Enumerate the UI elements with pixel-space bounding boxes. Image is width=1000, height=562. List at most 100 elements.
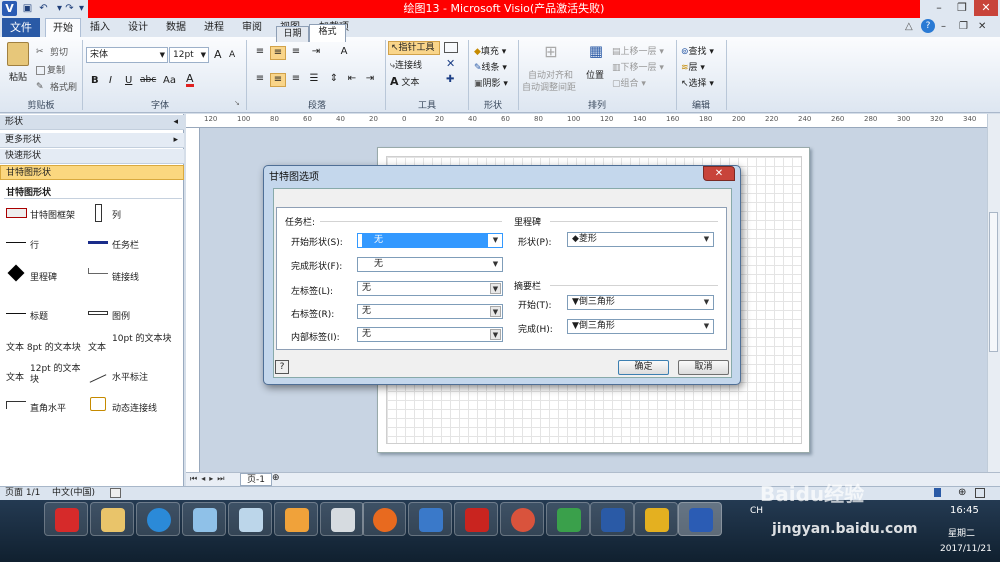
shape-column[interactable]: 列: [112, 208, 121, 221]
page-count[interactable]: 页面 1/1: [5, 487, 40, 500]
font-size-combo[interactable]: 12pt ▼: [169, 47, 209, 63]
tab-review[interactable]: 审阅: [236, 18, 268, 37]
tab-format[interactable]: 格式: [309, 24, 346, 42]
find-button[interactable]: ⊚查找 ▾: [681, 44, 714, 57]
fill-button[interactable]: ◆填充 ▾: [474, 44, 506, 57]
zoom-in-icon[interactable]: ⊕: [958, 487, 966, 499]
decrease-indent-icon[interactable]: ⇤: [344, 73, 360, 87]
grow-font-button[interactable]: A: [214, 48, 222, 61]
shape-text-12pt[interactable]: 12pt 的文本块: [30, 364, 86, 386]
minimize-icon[interactable]: –: [928, 0, 950, 16]
tab-date[interactable]: 日期: [276, 26, 309, 42]
italic-button[interactable]: I: [109, 75, 112, 86]
close-icon[interactable]: ✕: [446, 57, 455, 70]
indent-icon[interactable]: ⇥: [308, 46, 324, 60]
taskbar-filezilla[interactable]: [454, 502, 498, 536]
text-direction-icon[interactable]: A: [336, 46, 352, 60]
taskbar-app-1[interactable]: [44, 502, 88, 536]
font-name-combo[interactable]: 宋体 ▼: [86, 47, 168, 63]
shrink-font-button[interactable]: A: [229, 50, 235, 60]
tab-design[interactable]: 设计: [122, 18, 154, 37]
ok-button[interactable]: 确定: [618, 360, 669, 375]
customize-icon[interactable]: ▾: [74, 1, 89, 16]
input-lang[interactable]: CH: [750, 506, 763, 516]
taskbar-app-chart[interactable]: [634, 502, 678, 536]
left-label-select[interactable]: 无 ▼: [357, 281, 503, 296]
insert-page-icon[interactable]: ⊕: [272, 473, 280, 483]
fit-page-icon[interactable]: [975, 488, 985, 498]
group-button[interactable]: ▢组合 ▾: [612, 76, 646, 89]
clock-time[interactable]: 16:45: [950, 505, 979, 516]
undo-icon[interactable]: ↶: [36, 1, 51, 16]
help-icon[interactable]: ?: [921, 19, 935, 33]
position-icon[interactable]: ▦: [586, 42, 606, 62]
underline-button[interactable]: U: [125, 75, 132, 86]
shape-gantt-frame[interactable]: 甘特图框架: [30, 208, 75, 221]
taskbar-explorer[interactable]: [90, 502, 134, 536]
line-button[interactable]: ✎线条 ▾: [474, 60, 507, 73]
bold-button[interactable]: B: [91, 75, 99, 86]
shape-text-8pt[interactable]: 文本 8pt 的文本块: [6, 340, 81, 353]
text-tool-button[interactable]: A 文本: [390, 75, 419, 88]
send-backward-button[interactable]: ▥下移一层 ▾: [612, 60, 664, 73]
page-nav-icons[interactable]: ⏮◂▸⏭: [190, 474, 228, 484]
strikethrough-button[interactable]: abc: [140, 75, 156, 85]
taskbar-app-snail[interactable]: [500, 502, 544, 536]
shape-row[interactable]: 行: [30, 238, 39, 251]
save-icon[interactable]: ▣: [20, 1, 35, 16]
taskbar-word[interactable]: [590, 502, 634, 536]
select-button[interactable]: ↖选择 ▾: [681, 76, 714, 89]
doc-close-icon[interactable]: ✕: [978, 21, 986, 32]
more-shapes-item[interactable]: 更多形状 ▸: [0, 133, 184, 148]
taskbar-search[interactable]: [274, 502, 318, 536]
align-middle-icon[interactable]: ≡: [270, 46, 286, 60]
taskbar-ie[interactable]: [136, 502, 180, 536]
scroll-thumb[interactable]: [989, 212, 998, 352]
close-icon[interactable]: ✕: [974, 0, 998, 16]
finish-shape-select[interactable]: 无 ▼: [357, 257, 503, 272]
shadow-button[interactable]: ▣阴影 ▾: [474, 76, 508, 89]
visio-logo-icon[interactable]: V: [2, 1, 17, 16]
copy-button[interactable]: 复制: [36, 63, 65, 76]
doc-minimize-icon[interactable]: –: [941, 21, 946, 32]
align-center-icon[interactable]: ≡: [270, 73, 286, 87]
increase-indent-icon[interactable]: ⇥: [362, 73, 378, 87]
gantt-shapes-item[interactable]: 甘特图形状: [0, 165, 184, 180]
shape-title[interactable]: 标题: [30, 309, 48, 322]
auto-align-icon[interactable]: ⊞: [540, 42, 562, 64]
align-bottom-icon[interactable]: ≡: [288, 46, 304, 60]
taskbar-video[interactable]: [408, 502, 452, 536]
taskbar-calculator[interactable]: [320, 502, 364, 536]
shape-right-angle-horizontal[interactable]: 直角水平: [30, 401, 66, 414]
bring-forward-button[interactable]: ▤上移一层 ▾: [612, 44, 664, 57]
align-right-icon[interactable]: ≡: [288, 73, 304, 87]
taskbar-paint[interactable]: [182, 502, 226, 536]
tab-process[interactable]: 进程: [198, 18, 230, 37]
position-button[interactable]: 位置: [586, 68, 604, 81]
connector-button[interactable]: ⤷连接线: [390, 58, 422, 71]
restore-icon[interactable]: ❐: [951, 0, 973, 16]
shape-dynamic-connector[interactable]: 动态连接线: [112, 401, 157, 414]
summary-finish-select[interactable]: ▼倒三角形 ▼: [567, 319, 714, 334]
taskbar-visio[interactable]: [678, 502, 722, 536]
ribbon-collapse-icon[interactable]: △: [905, 21, 913, 32]
doc-restore-icon[interactable]: ❐: [959, 21, 968, 32]
layers-button[interactable]: ≋层 ▾: [681, 60, 705, 73]
taskbar-window[interactable]: [228, 502, 272, 536]
quick-shapes-item[interactable]: 快速形状: [0, 149, 184, 164]
zoom-slider-thumb[interactable]: [934, 488, 941, 497]
bullets-icon[interactable]: ☰: [306, 73, 322, 87]
shape-text-10pt[interactable]: 10pt 的文本块: [112, 334, 172, 345]
cancel-button[interactable]: 取消: [678, 360, 729, 375]
shape-link-line[interactable]: 链接线: [112, 270, 139, 283]
taskbar-firefox[interactable]: [362, 502, 406, 536]
collapse-icon[interactable]: ◂: [173, 115, 178, 130]
format-painter-button[interactable]: ✎ 格式刷: [36, 80, 77, 94]
dialog-help-button[interactable]: ?: [275, 360, 289, 374]
connection-point-icon[interactable]: ✚: [446, 74, 454, 85]
dialog-launcher-icon[interactable]: ↘: [234, 99, 240, 107]
tab-data[interactable]: 数据: [160, 18, 192, 37]
language-status[interactable]: 中文(中国): [52, 487, 95, 500]
dialog-close-button[interactable]: ✕: [703, 166, 735, 181]
shape-horizontal-callout[interactable]: 水平标注: [112, 370, 148, 383]
